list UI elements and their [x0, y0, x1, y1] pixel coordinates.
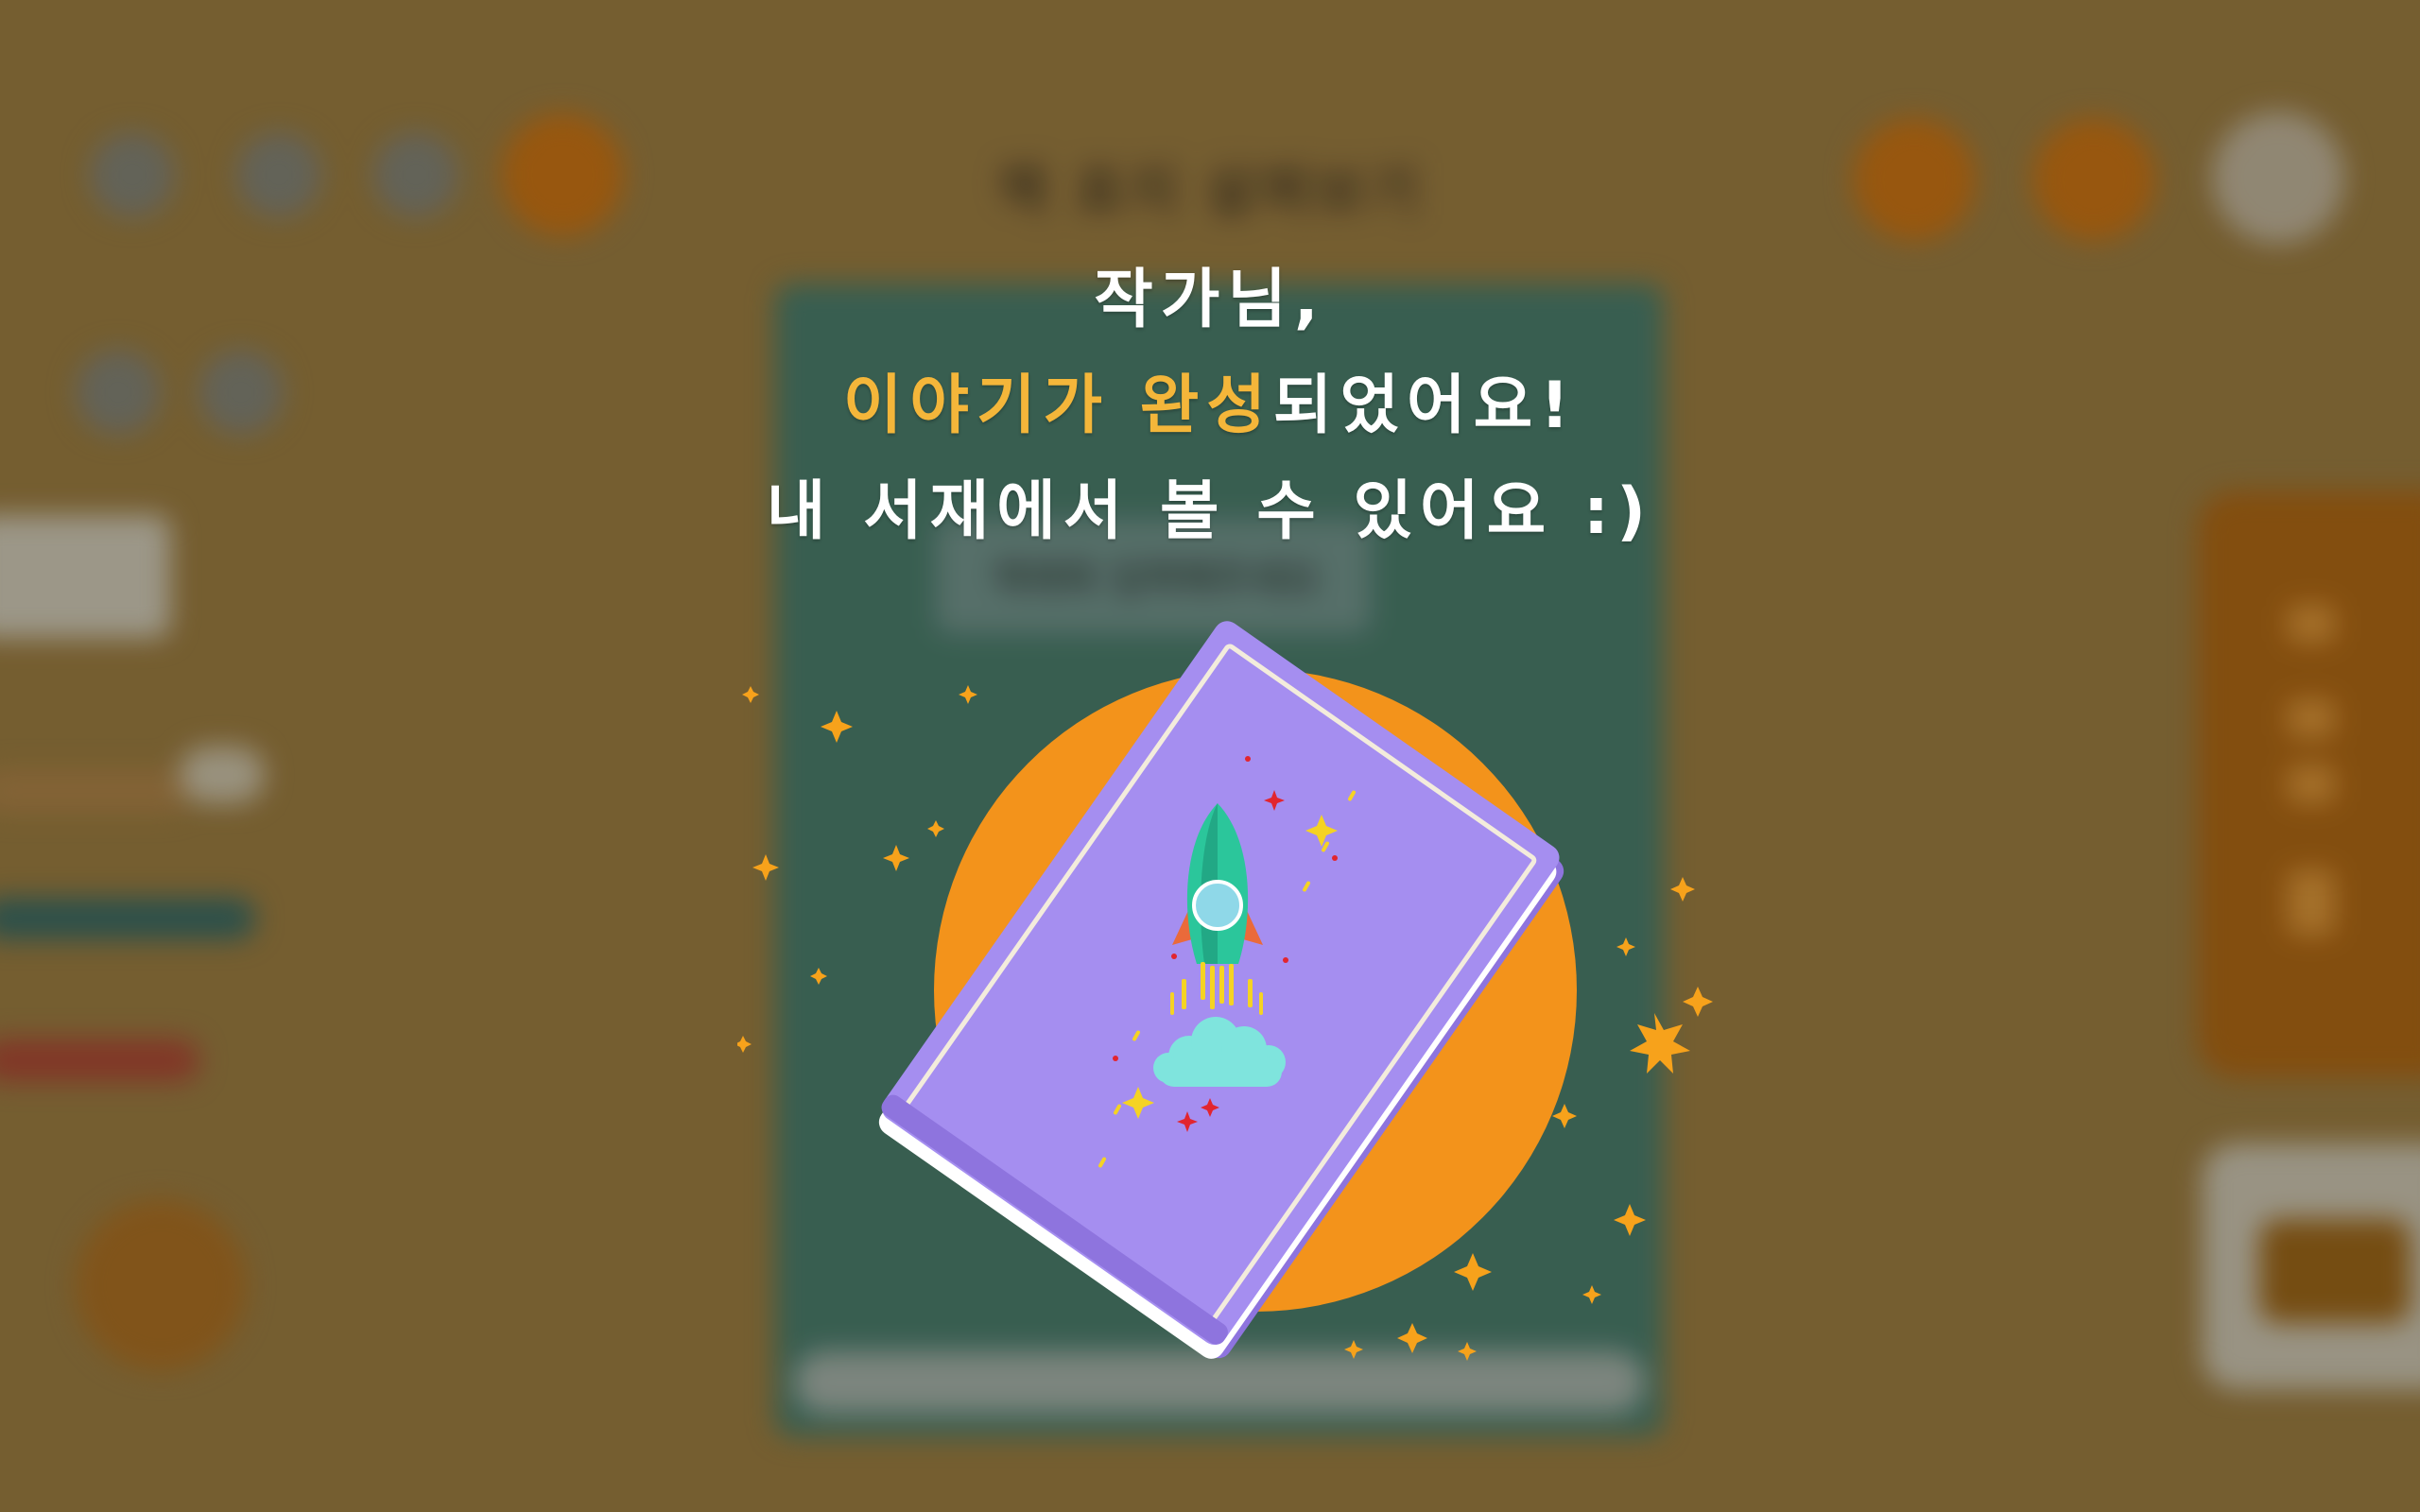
- highlight-complete: 완성: [1139, 369, 1273, 443]
- highlight-story: 이야기가: [842, 369, 1111, 443]
- message-line-2: 이야기가 완성되었어요!: [0, 353, 2420, 459]
- rocket-book-icon: [737, 621, 1713, 1361]
- message-line-2-rest: 되었어요!: [1272, 369, 1578, 443]
- message-line-3: 내 서재에서 볼 수 있어요 :): [766, 474, 1654, 549]
- completion-message: 작가님, 이야기가 완성되었어요! 내 서재에서 볼 수 있어요 :): [0, 248, 2420, 565]
- message-line-1: 작가님,: [1094, 263, 1326, 337]
